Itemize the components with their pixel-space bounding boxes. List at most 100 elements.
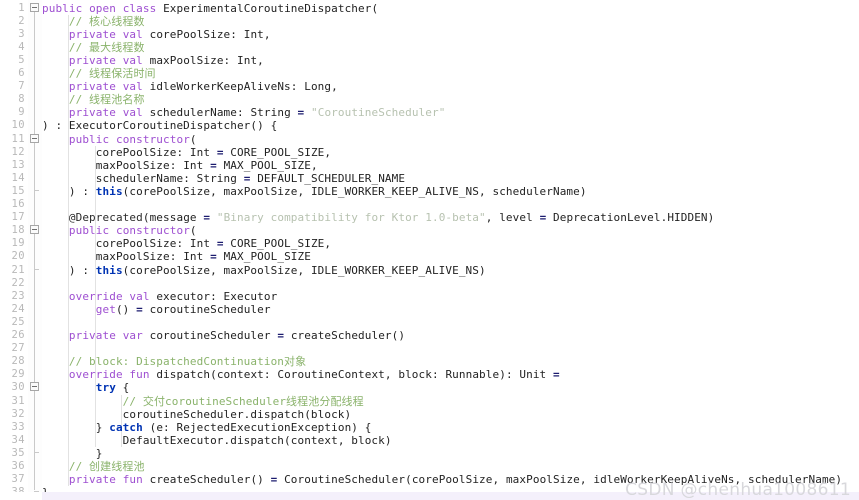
code-line[interactable]: public open class ExperimentalCoroutineD… [42,2,378,15]
code-annotation: @Deprecated [68,211,143,225]
code-line[interactable]: // block: DispatchedContinuation对象 [42,355,306,368]
line-number: 21 [11,263,25,276]
code-operator: = [270,473,278,487]
code-line[interactable]: // 最大线程数 [42,41,145,54]
fold-collapse-icon[interactable] [30,225,39,235]
code-keyword: override [68,368,123,382]
code-identifier: e [156,420,164,434]
code-text-area[interactable]: public open class ExperimentalCoroutineD… [42,0,859,500]
code-operator: = [539,211,547,225]
code-keyword: public [68,132,110,146]
code-line[interactable]: private val schedulerName: String = "Cor… [42,106,445,119]
code-keyword: public [68,224,110,238]
code-line[interactable]: ) : this(corePoolSize, maxPoolSize, IDLE… [42,264,486,277]
code-identifier: MAX_POOL_SIZE [223,158,311,172]
code-line[interactable]: } [42,447,103,460]
code-operator: = [553,368,560,382]
code-identifier: Int [183,250,204,264]
code-keyword: fun [122,473,143,487]
code-identifier: corePoolSize [149,27,231,41]
line-number: 29 [11,368,25,381]
code-line[interactable]: public constructor( [42,224,197,237]
line-number: 18 [11,224,25,237]
line-number: 8 [18,93,25,106]
line-number: 2 [18,14,25,27]
code-identifier: Executor [223,289,278,303]
code-identifier: CORE_POOL_SIZE [230,145,325,159]
code-line[interactable]: } catch (e: RejectedExecutionException) … [42,420,372,434]
code-line[interactable]: try { [42,381,130,395]
code-line[interactable]: override fun dispatch(context: Coroutine… [42,368,560,381]
code-line[interactable]: // 交付coroutineScheduler线程池分配线程 [42,395,364,408]
code-line[interactable]: ) : this(corePoolSize, maxPoolSize, IDLE… [42,185,587,198]
line-number: 24 [11,302,25,315]
code-identifier: executor [156,289,211,303]
code-identifier: maxPoolSize [223,184,298,198]
code-keyword: val [122,53,143,67]
code-editor-pane[interactable]: 1 2 3 4 5 6 7 8 9 10 11 12 13 14 15 16 17 18 19 20 21 22 23 24 2… [0,0,859,500]
line-number: 33 [11,420,25,433]
code-keyword-control: catch [109,420,143,434]
code-line[interactable]: // 线程池名称 [42,93,145,106]
code-line[interactable]: // 线程保活时间 [42,67,156,80]
fold-collapse-icon[interactable] [30,382,39,392]
code-keyword: val [129,289,150,303]
code-line[interactable]: maxPoolSize: Int = MAX_POOL_SIZE [42,250,311,263]
code-line[interactable]: maxPoolSize: Int = MAX_POOL_SIZE, [42,159,318,172]
line-number: 30 [11,381,25,394]
code-identifier: Long [304,80,332,94]
line-number: 20 [11,250,25,263]
line-number: 14 [11,171,25,184]
line-number: 10 [11,119,25,132]
code-keyword: open [89,1,116,15]
code-identifier: schedulerName [95,171,184,185]
code-fold-gutter[interactable] [28,0,42,500]
code-line[interactable]: @Deprecated(message = "Binary compatibil… [42,211,714,224]
code-line[interactable]: corePoolSize: Int = CORE_POOL_SIZE, [42,237,331,250]
code-keyword: val [122,106,143,120]
code-keyword: private [68,27,116,41]
code-line[interactable]: public constructor( [42,133,197,146]
code-line[interactable]: private var coroutineScheduler = createS… [42,329,405,342]
code-line[interactable]: // 创建线程池 [42,460,145,473]
code-keyword-control: this [95,263,123,277]
code-comment: // 创建线程池 [68,460,145,473]
fold-collapse-icon[interactable] [30,2,39,12]
code-keyword: val [122,80,143,94]
code-keyword-control: try [95,381,116,395]
code-identifier: Int [237,53,258,67]
code-keyword-control: this [95,184,123,198]
code-identifier: schedulerName [492,184,580,198]
code-line[interactable]: corePoolSize: Int = CORE_POOL_SIZE, [42,146,331,159]
code-line[interactable]: coroutineScheduler.dispatch(block) [42,408,352,421]
code-line[interactable]: DefaultExecutor.dispatch(context, block) [42,434,392,447]
line-number: 16 [11,198,25,210]
code-line[interactable]: get() = coroutineScheduler [42,303,271,316]
code-line[interactable]: override val executor: Executor [42,290,277,303]
code-line[interactable]: private val corePoolSize: Int, [42,28,271,41]
line-number: 13 [11,158,25,171]
fold-collapse-icon[interactable] [30,133,39,143]
code-identifier: CORE_POOL_SIZE [230,237,325,251]
code-identifier: corePoolSize [95,145,177,159]
code-identifier: idleWorkerKeepAliveNs [149,80,291,94]
code-line[interactable]: private val idleWorkerKeepAliveNs: Long, [42,80,338,93]
code-line[interactable]: schedulerName: String = DEFAULT_SCHEDULE… [42,172,405,185]
code-line[interactable]: // 核心线程数 [42,15,145,28]
line-number: 3 [18,27,25,40]
code-identifier: corePoolSize [411,473,493,487]
line-number: 6 [18,67,25,79]
code-identifier: maxPoolSize [95,250,170,264]
code-line[interactable]: private fun createScheduler() = Coroutin… [42,473,842,486]
code-line[interactable]: private val maxPoolSize: Int, [42,54,264,67]
code-line[interactable]: ) : ExecutorCoroutineDispatcher() { [42,119,277,132]
